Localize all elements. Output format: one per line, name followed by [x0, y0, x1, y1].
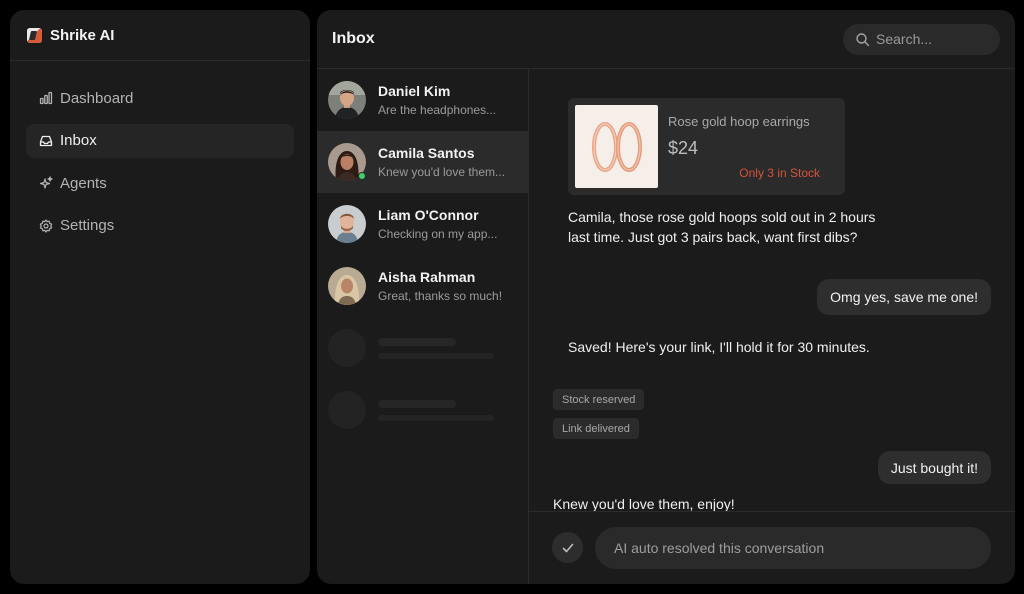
resolved-status: AI auto resolved this conversation — [595, 527, 991, 569]
sidebar-item-settings[interactable]: Settings — [26, 209, 294, 243]
sidebar-item-label: Inbox — [60, 132, 97, 149]
conversation-preview: Knew you'd love them... — [378, 165, 506, 179]
checkmark-icon — [562, 543, 573, 552]
conversation-name: Aisha Rahman — [378, 269, 476, 285]
product-price: $24 — [668, 138, 699, 158]
message-incoming: Saved! Here's your link, I'll hold it fo… — [568, 339, 870, 355]
sidebar-item-label: Dashboard — [60, 89, 134, 107]
search-icon — [856, 32, 870, 46]
message-outgoing: Just bought it! — [877, 451, 991, 484]
bar-chart-icon — [39, 91, 53, 105]
sidebar-item-inbox[interactable]: Inbox — [26, 123, 294, 158]
gear-icon — [39, 218, 53, 233]
avatar — [328, 267, 366, 305]
conversation-item-aisha-rahman[interactable]: Aisha Rahman Great, thanks so much! — [317, 255, 528, 317]
sidebar: Shrike AI Dashboard Inbox Agents Setting… — [10, 10, 310, 584]
conversation-item-liam-oconnor[interactable]: Liam O'Connor Checking on my app... — [317, 193, 528, 255]
conversation-name: Daniel Kim — [378, 83, 451, 99]
inbox-icon — [39, 134, 53, 148]
avatar — [328, 81, 366, 119]
page-title: Inbox — [332, 30, 375, 47]
avatar — [328, 143, 366, 181]
conversation-skeleton — [317, 379, 528, 441]
stock-status: Only 3 in Stock — [739, 166, 820, 180]
message-outgoing: Omg yes, save me one! — [817, 279, 991, 315]
event-tag-link-delivered: Link delivered — [553, 418, 639, 439]
sidebar-item-label: Agents — [60, 174, 107, 192]
brand-name: Shrike AI — [50, 26, 115, 44]
avatar — [328, 205, 366, 243]
product-image — [575, 105, 658, 188]
shrike-logo-icon — [27, 27, 42, 43]
chat-footer: AI auto resolved this conversation — [529, 511, 1015, 584]
conversation-item-camila-santos[interactable]: Camila Santos Knew you'd love them... — [317, 131, 528, 193]
event-tag-stock-reserved: Stock reserved — [553, 389, 645, 410]
sparkles-icon — [39, 176, 53, 190]
product-name: Rose gold hoop earrings — [668, 114, 810, 129]
online-status-indicator — [358, 172, 366, 180]
message-incoming: Camila, those rose gold hoops sold out i… — [568, 209, 876, 245]
conversation-list: Daniel Kim Are the headphones... Camila … — [317, 69, 529, 584]
conversation-preview: Are the headphones... — [378, 103, 497, 117]
brand[interactable]: Shrike AI — [10, 10, 310, 61]
sidebar-item-label: Settings — [60, 217, 115, 234]
conversation-skeleton — [317, 317, 528, 379]
resolve-button[interactable] — [552, 532, 583, 563]
sidebar-item-agents[interactable]: Agents — [26, 166, 294, 200]
inbox-panel: Inbox Search... Daniel Kim Are the headp… — [317, 10, 1015, 584]
conversation-name: Liam O'Connor — [378, 207, 479, 223]
chat-thread: Rose gold hoop earrings $24 Only 3 in St… — [529, 69, 1015, 584]
conversation-item-daniel-kim[interactable]: Daniel Kim Are the headphones... — [317, 69, 528, 131]
sidebar-nav: Dashboard Inbox Agents Settings — [10, 61, 310, 271]
inbox-header: Inbox — [317, 10, 1015, 69]
search-input[interactable] — [876, 31, 986, 47]
search-box[interactable] — [843, 23, 1000, 55]
conversation-preview: Great, thanks so much! — [378, 289, 503, 303]
product-card[interactable]: Rose gold hoop earrings $24 Only 3 in St… — [568, 98, 845, 195]
conversation-name: Camila Santos — [378, 145, 475, 161]
conversation-preview: Checking on my app... — [378, 227, 498, 241]
sidebar-item-dashboard[interactable]: Dashboard — [26, 81, 294, 115]
